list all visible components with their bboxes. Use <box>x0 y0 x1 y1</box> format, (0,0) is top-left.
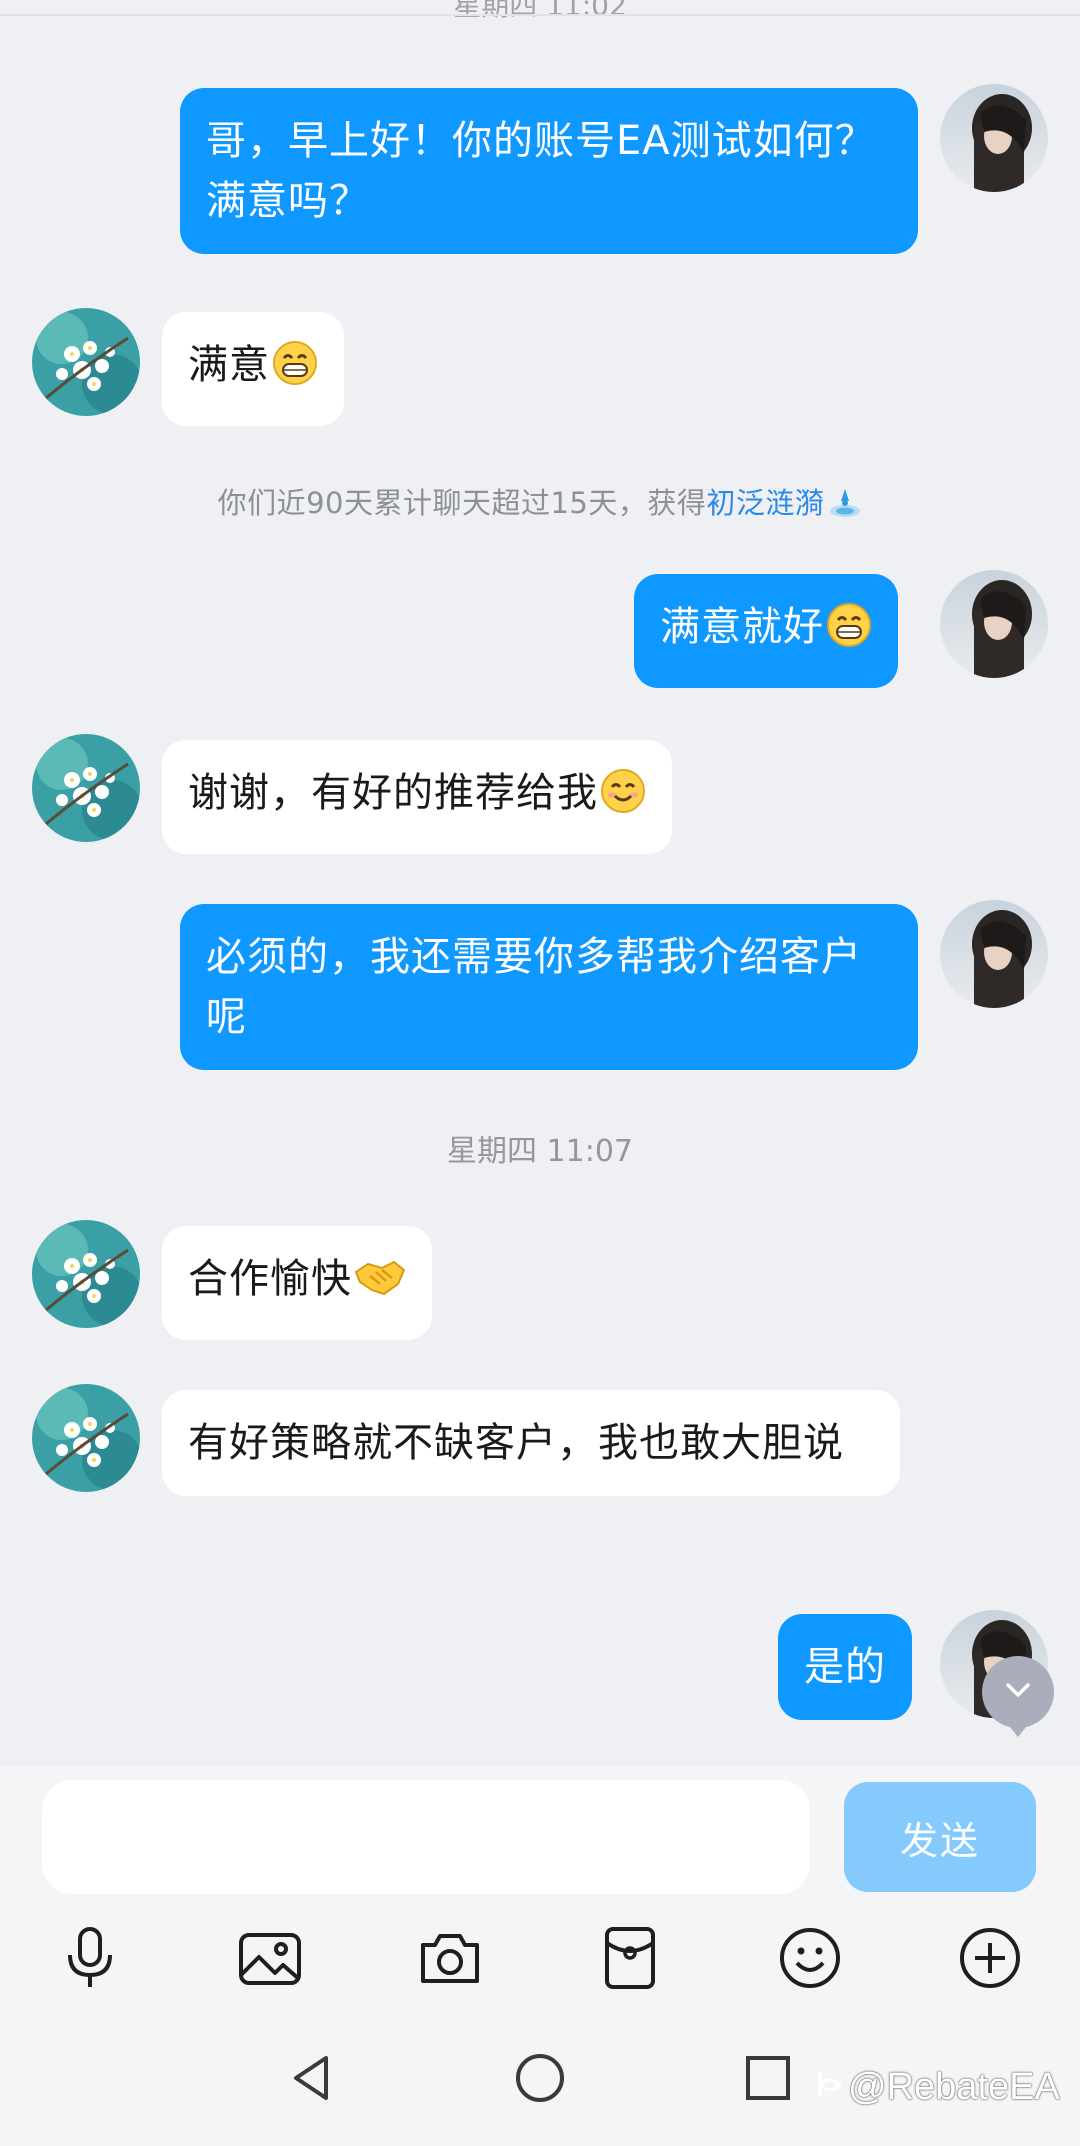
timestamp-top: 星期四 11:02 <box>453 0 627 22</box>
my-avatar[interactable] <box>940 900 1048 1008</box>
watermark: @RebateEA <box>812 2066 1060 2113</box>
message-bubble-outgoing[interactable]: 满意就好 <box>634 574 898 688</box>
system-notice: 你们近90天累计聊天超过15天，获得初泛涟漪 <box>0 480 1080 526</box>
plus-icon[interactable] <box>940 1908 1040 2008</box>
microphone-icon[interactable] <box>40 1908 140 2008</box>
image-icon[interactable] <box>220 1908 320 2008</box>
header-divider <box>0 14 1080 16</box>
camera-icon[interactable] <box>400 1908 500 2008</box>
message-text: 满意就好 <box>660 604 824 650</box>
contact-avatar[interactable] <box>32 734 140 842</box>
ripple-icon <box>828 485 862 526</box>
scroll-to-bottom-button[interactable] <box>982 1656 1054 1737</box>
red-packet-icon[interactable] <box>580 1908 680 2008</box>
contact-avatar[interactable] <box>32 1384 140 1492</box>
chevron-down-icon <box>1000 1672 1036 1712</box>
message-text: 合作愉快 <box>188 1256 352 1302</box>
message-text: 哥，早上好！你的账号EA测试如何？满意吗？ <box>206 118 876 224</box>
emoji-icon[interactable] <box>760 1908 860 2008</box>
message-text: 有好策略就不缺客户，我也敢大胆说 <box>188 1420 844 1466</box>
message-bubble-incoming[interactable]: 满意 <box>162 312 344 426</box>
system-notice-text: 你们近90天累计聊天超过15天，获得 <box>217 486 707 520</box>
contact-avatar[interactable] <box>32 308 140 416</box>
recents-nav-icon[interactable] <box>728 2038 808 2118</box>
handshake-emoji-icon <box>354 1254 406 1317</box>
badge-link[interactable]: 初泛涟漪 <box>706 486 824 520</box>
chat-screen: 星期四 11:02 哥，早上好！你的账号EA测试如何？满意吗？ 满意 你们近90… <box>0 0 1080 2146</box>
toolbar <box>0 1908 1080 2008</box>
my-avatar[interactable] <box>940 84 1048 192</box>
timestamp: 星期四 11:07 <box>447 1134 633 1169</box>
watermark-text: @RebateEA <box>848 2066 1060 2108</box>
message-input[interactable] <box>42 1780 810 1894</box>
message-text: 谢谢，有好的推荐给我 <box>188 770 598 816</box>
contact-avatar[interactable] <box>32 1220 140 1328</box>
message-bubble-outgoing[interactable]: 必须的，我还需要你多帮我介绍客户呢 <box>180 904 918 1070</box>
message-bubble-incoming[interactable]: 合作愉快 <box>162 1226 432 1340</box>
message-list[interactable]: 星期四 11:02 哥，早上好！你的账号EA测试如何？满意吗？ 满意 你们近90… <box>0 0 1080 1766</box>
smile-emoji-icon <box>600 768 646 831</box>
watermark-logo-icon <box>812 2067 848 2113</box>
message-bubble-outgoing[interactable]: 是的 <box>778 1614 912 1720</box>
back-nav-icon[interactable] <box>270 2038 350 2118</box>
message-bubble-outgoing[interactable]: 哥，早上好！你的账号EA测试如何？满意吗？ <box>180 88 918 254</box>
my-avatar[interactable] <box>940 570 1048 678</box>
message-text: 满意 <box>188 342 270 388</box>
message-text: 是的 <box>804 1644 886 1690</box>
input-bar: 发送 <box>0 1766 1080 1908</box>
grin-emoji-icon <box>272 340 318 403</box>
message-text: 必须的，我还需要你多帮我介绍客户呢 <box>206 934 862 1040</box>
home-nav-icon[interactable] <box>500 2038 580 2118</box>
message-bubble-incoming[interactable]: 有好策略就不缺客户，我也敢大胆说 <box>162 1390 900 1496</box>
grin-emoji-icon <box>826 602 872 665</box>
message-bubble-incoming[interactable]: 谢谢，有好的推荐给我 <box>162 740 672 854</box>
send-button[interactable]: 发送 <box>844 1782 1036 1892</box>
